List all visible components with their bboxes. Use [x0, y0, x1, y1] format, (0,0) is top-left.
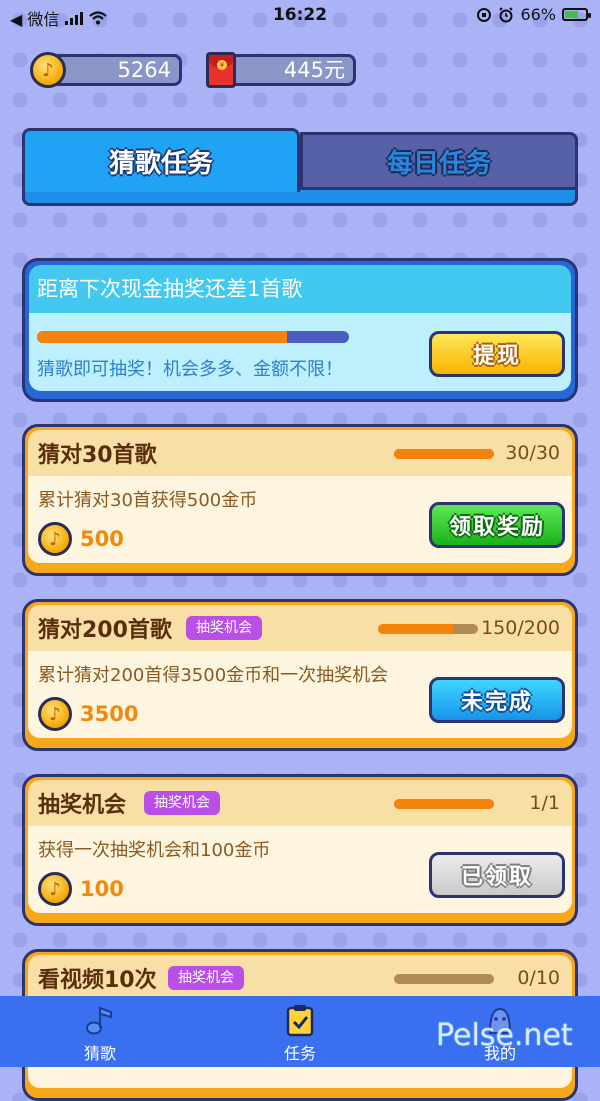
task-progress-bar — [378, 624, 478, 634]
task-reward-amount: 500 — [80, 527, 124, 551]
incomplete-button[interactable]: 未完成 — [429, 677, 565, 723]
task-reward: ♪ 3500 — [38, 697, 138, 731]
claimed-button[interactable]: 已领取 — [429, 852, 565, 898]
task-reward: ♪ 500 — [38, 522, 124, 556]
red-envelope-icon: ¥ — [206, 52, 236, 88]
task-description: 累计猜对200首得3500金币和一次抽奖机会 — [38, 665, 389, 686]
task-reward-amount: 100 — [80, 877, 124, 901]
task-progress-bar — [394, 974, 494, 984]
nav-label: 猜歌 — [83, 1044, 116, 1063]
task-progress-bar — [394, 799, 494, 809]
tab-daily-tasks[interactable]: 每日任务 — [300, 132, 578, 190]
task-description: 获得一次抽奖机会和100金币 — [38, 840, 271, 861]
task-title: 看视频10次 — [38, 968, 157, 993]
lottery-progress-fill — [37, 331, 287, 343]
music-note-coin-icon: ♪ — [38, 522, 72, 556]
coin-balance: 5264 — [50, 54, 182, 86]
battery-icon — [562, 8, 591, 21]
task-description: 累计猜对30首获得500金币 — [38, 490, 258, 511]
task-title: 猜对30首歌 — [38, 443, 157, 468]
cash-balance-value: 445元 — [283, 58, 345, 82]
withdraw-button[interactable]: 提现 — [429, 331, 565, 377]
watermark: Pelse.net — [436, 1018, 573, 1053]
nav-label: 任务 — [283, 1044, 316, 1063]
coin-balance-value: 5264 — [117, 58, 171, 82]
lottery-chance-badge: 抽奖机会 — [144, 791, 220, 815]
task-progress-text: 0/10 — [517, 967, 560, 989]
music-note-coin-icon: ♪ — [38, 872, 72, 906]
music-note-coin-icon: ♪ — [38, 697, 72, 731]
task-clipboard-icon — [282, 1002, 318, 1038]
music-note-coin-icon: ♪ — [30, 52, 66, 88]
lottery-subtitle: 猜歌即可抽奖！机会多多、金额不限！ — [37, 359, 343, 380]
lottery-chance-badge: 抽奖机会 — [168, 966, 244, 990]
alarm-icon — [499, 6, 514, 22]
lottery-header: 距离下次现金抽奖还差1首歌 — [29, 265, 571, 313]
nav-item-tasks[interactable]: 任务 — [240, 1002, 360, 1064]
status-right: 66% — [476, 5, 591, 24]
task-progress-text: 1/1 — [529, 792, 560, 814]
task-card: 猜对200首歌 抽奖机会 150/200 累计猜对200首得3500金币和一次抽… — [22, 599, 578, 751]
tab-song-tasks[interactable]: 猜歌任务 — [22, 128, 300, 192]
task-reward: ♪ 100 — [38, 872, 124, 906]
rotation-lock-icon — [477, 7, 492, 22]
task-card: 抽奖机会 抽奖机会 1/1 获得一次抽奖机会和100金币 ♪ 100 已领取 — [22, 774, 578, 926]
task-title: 猜对200首歌 — [38, 618, 172, 643]
task-progress-text: 30/30 — [505, 442, 560, 464]
task-card: 猜对30首歌 30/30 累计猜对30首获得500金币 ♪ 500 领取奖励 — [22, 424, 578, 576]
music-note-icon — [82, 1002, 118, 1038]
task-title: 抽奖机会 — [38, 793, 127, 818]
task-reward-amount: 3500 — [80, 702, 139, 726]
task-progress-bar — [394, 449, 494, 459]
nav-item-guess-song[interactable]: 猜歌 — [40, 1002, 160, 1064]
task-progress-text: 150/200 — [481, 617, 560, 639]
lottery-progress-bar — [37, 331, 349, 343]
task-tabs: 每日任务 猜歌任务 — [22, 128, 578, 206]
lottery-chance-badge: 抽奖机会 — [186, 616, 262, 640]
cash-balance: 445元 — [224, 54, 356, 86]
claim-reward-button[interactable]: 领取奖励 — [429, 502, 565, 548]
status-bar: ◀ 微信 16:22 66% — [0, 0, 600, 32]
lottery-card: 距离下次现金抽奖还差1首歌 猜歌即可抽奖！机会多多、金额不限！ 提现 — [22, 258, 578, 402]
battery-percent: 66% — [520, 5, 556, 24]
